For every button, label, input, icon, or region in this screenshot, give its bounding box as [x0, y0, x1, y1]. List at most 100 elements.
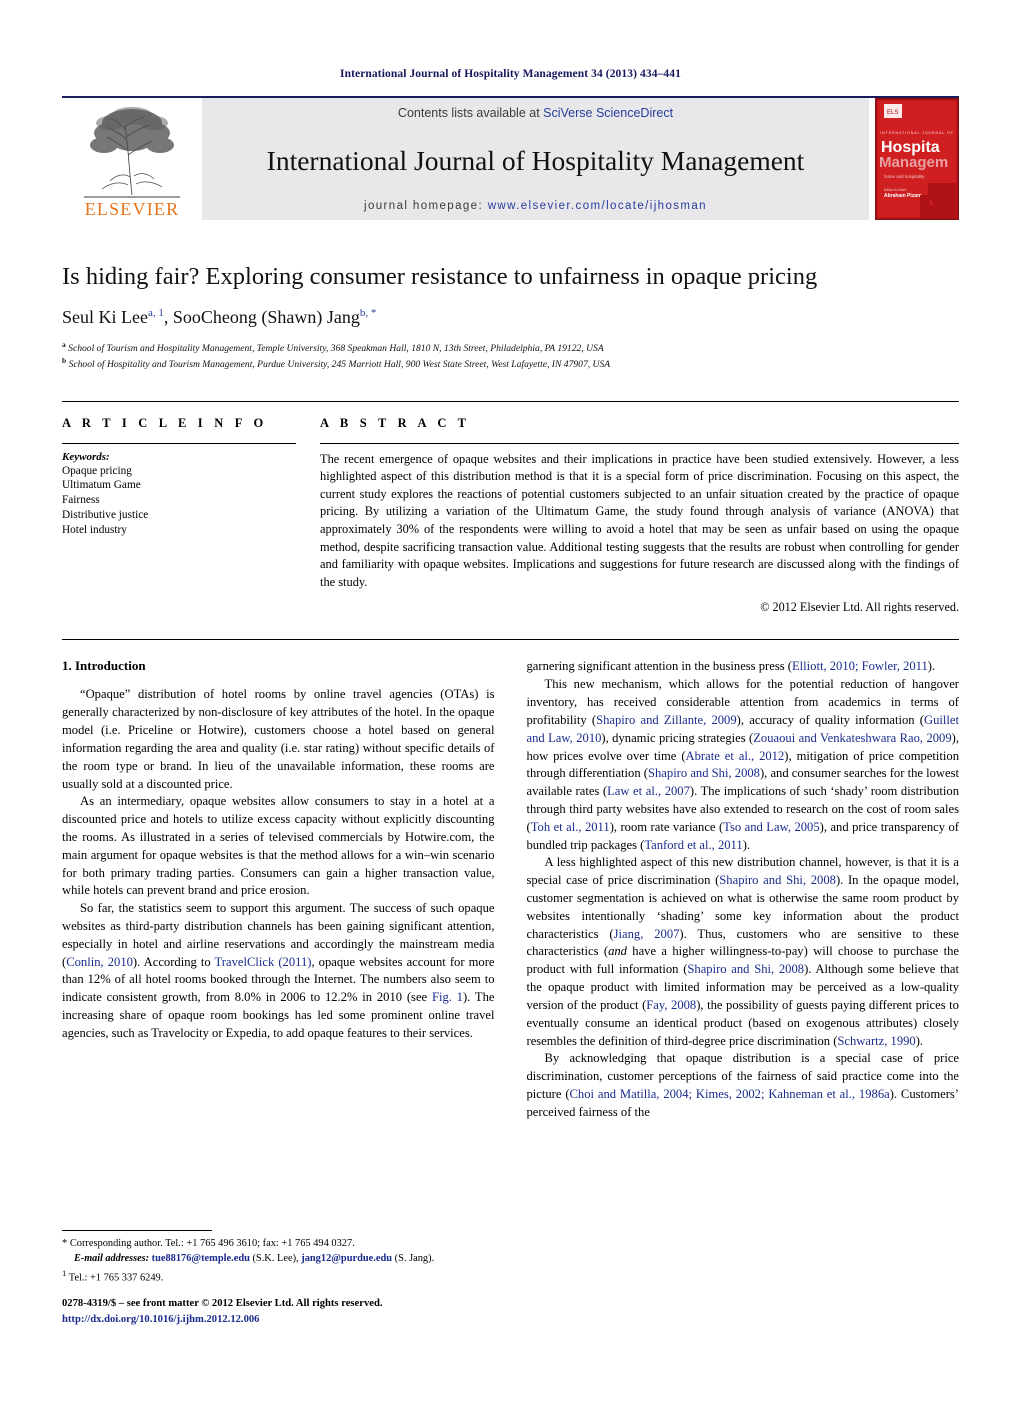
- affiliation: b School of Hospitality and Tourism Mana…: [62, 356, 959, 372]
- footnote-text: Tel.: +1 765 337 6249.: [68, 1272, 164, 1283]
- affiliation-text: School of Hospitality and Tourism Manage…: [68, 359, 611, 371]
- abstract-column: A B S T R A C T The recent emergence of …: [320, 416, 959, 616]
- email-link-jang[interactable]: jang12@purdue.edu: [301, 1253, 392, 1264]
- journal-title: International Journal of Hospitality Man…: [266, 144, 805, 176]
- paragraph: This new mechanism, which allows for the…: [527, 676, 960, 854]
- svg-text:ELS: ELS: [887, 110, 898, 116]
- body-column-left: 1. Introduction “Opaque” distribution of…: [62, 658, 495, 1121]
- svg-text:INTERNATIONAL JOURNAL OF: INTERNATIONAL JOURNAL OF: [880, 131, 954, 135]
- affiliation: a School of Tourism and Hospitality Mana…: [62, 340, 959, 356]
- contents-available-line: Contents lists available at SciVerse Sci…: [202, 106, 869, 120]
- body-columns: 1. Introduction “Opaque” distribution of…: [62, 639, 959, 1121]
- citation-link[interactable]: Fay, 2008: [646, 998, 696, 1012]
- affiliation-mark: b: [62, 356, 67, 366]
- citation-link[interactable]: Elliott, 2010; Fowler, 2011: [792, 659, 928, 673]
- paragraph-text: ), room rate variance (: [609, 819, 724, 834]
- citation-link[interactable]: Schwartz, 1990: [837, 1034, 915, 1048]
- homepage-label: journal homepage:: [364, 200, 484, 212]
- citation-link[interactable]: Choi and Matilla, 2004; Kimes, 2002; Kah…: [570, 1087, 890, 1101]
- keyword-item: Distributive justice: [62, 509, 149, 522]
- svg-text:Managem: Managem: [879, 154, 948, 171]
- paragraph-text: and: [608, 944, 627, 959]
- paragraph-text: ).: [927, 659, 936, 674]
- citation-link[interactable]: Shapiro and Shi, 2008: [648, 766, 760, 780]
- cover-artwork: ELS INTERNATIONAL JOURNAL OF Hospita Man…: [876, 99, 958, 219]
- svg-text:Abraham Pizam: Abraham Pizam: [884, 193, 922, 199]
- footnote-text: Corresponding author. Tel.: +1 765 496 3…: [69, 1238, 355, 1249]
- citation-link[interactable]: Shapiro and Shi, 2008: [719, 873, 836, 887]
- elsevier-logo: ELSEVIER: [62, 98, 202, 220]
- paragraph-text: ), accuracy of quality information (: [736, 712, 925, 727]
- article-info-heading: A R T I C L E I N F O: [62, 415, 268, 430]
- article-info-rule: [62, 442, 296, 444]
- citation-link[interactable]: Tanford et al., 2011: [644, 838, 742, 852]
- journal-band: Contents lists available at SciVerse Sci…: [202, 98, 869, 220]
- paragraph: So far, the statistics seem to support t…: [62, 900, 495, 1043]
- citation-link[interactable]: Law et al., 2007: [607, 784, 690, 798]
- homepage-url-link[interactable]: www.elsevier.com/locate/ijhosman: [488, 200, 707, 212]
- author-marks: a, 1: [147, 307, 164, 320]
- abstract-text: The recent emergence of opaque websites …: [320, 451, 959, 589]
- abstract-rule: [320, 442, 959, 444]
- footnote-mark: *: [62, 1238, 68, 1249]
- title-block: Is hiding fair? Exploring consumer resis…: [62, 262, 959, 373]
- email-owner-jang: (S. Jang).: [392, 1252, 435, 1264]
- page-title: Is hiding fair? Exploring consumer resis…: [62, 263, 818, 290]
- imprint-block: 0278-4319/$ – see front matter © 2012 El…: [62, 1296, 382, 1328]
- paragraph: “Opaque” distribution of hotel rooms by …: [62, 687, 495, 791]
- author-name: SooCheong (Shawn) Jang: [172, 307, 360, 328]
- author-marks: b, *: [359, 307, 377, 320]
- citation-link[interactable]: Conlin, 2010: [66, 955, 133, 969]
- journal-cover-thumbnail: ELS INTERNATIONAL JOURNAL OF Hospita Man…: [875, 98, 959, 220]
- issn-copyright-line: 0278-4319/$ – see front matter © 2012 El…: [62, 1298, 383, 1309]
- journal-masthead: ELSEVIER Contents lists available at Sci…: [62, 96, 959, 220]
- email-link-lee[interactable]: tue88176@temple.edu: [152, 1253, 250, 1264]
- body-column-right: garnering significant attention in the b…: [527, 658, 960, 1121]
- citation-link[interactable]: Jiang, 2007: [614, 927, 680, 941]
- section-heading-introduction: 1. Introduction: [62, 658, 146, 674]
- email-owner-lee: (S.K. Lee),: [249, 1252, 299, 1264]
- running-head: International Journal of Hospitality Man…: [340, 68, 681, 80]
- paragraph-text: garnering significant attention in the b…: [526, 659, 792, 674]
- email-addresses-label: E-mail addresses:: [74, 1252, 149, 1264]
- paragraph-text: ). According to: [132, 954, 215, 969]
- journal-homepage-line: journal homepage: www.elsevier.com/locat…: [202, 200, 869, 212]
- sciencedirect-link[interactable]: SciVerse ScienceDirect: [543, 106, 673, 120]
- author-name: Seul Ki Lee: [62, 307, 148, 328]
- footnote-rule: [62, 1230, 212, 1231]
- footnote-mark: 1: [62, 1267, 67, 1278]
- paragraph-text: ).: [742, 837, 751, 852]
- keyword-item: Fairness: [62, 494, 100, 507]
- elsevier-tree-icon: [84, 107, 180, 198]
- citation-link[interactable]: Shapiro and Shi, 2008: [687, 962, 804, 976]
- abstract-heading: A B S T R A C T: [320, 415, 471, 430]
- footnote-corresponding-author: * Corresponding author. Tel.: +1 765 496…: [62, 1237, 482, 1267]
- doi-link[interactable]: http://dx.doi.org/10.1016/j.ijhm.2012.12…: [62, 1312, 382, 1328]
- paragraph-text: ), dynamic pricing strategies (: [601, 730, 754, 745]
- citation-link[interactable]: Toh et al., 2011: [531, 820, 610, 834]
- citation-link[interactable]: TravelClick (2011): [215, 955, 312, 969]
- affiliation-text: School of Tourism and Hospitality Manage…: [68, 343, 604, 355]
- paragraph: A less highlighted aspect of this new di…: [527, 854, 960, 1050]
- paper-page: International Journal of Hospitality Man…: [0, 68, 1021, 1419]
- footnote-note-1: 1 Tel.: +1 765 337 6249.: [62, 1267, 482, 1286]
- copyright-line: © 2012 Elsevier Ltd. All rights reserved…: [760, 600, 959, 615]
- paragraph: By acknowledging that opaque distributio…: [527, 1050, 960, 1121]
- citation-link[interactable]: Shapiro and Zillante, 2009: [596, 713, 737, 727]
- keyword-item: Ultimatum Game: [62, 479, 141, 492]
- citation-link[interactable]: Abrate et al., 2012: [686, 749, 785, 763]
- paragraph: As an intermediary, opaque websites allo…: [62, 794, 495, 898]
- info-abstract-section: A R T I C L E I N F O Keywords: Opaque p…: [62, 400, 959, 616]
- keyword-item: Opaque pricing: [62, 464, 132, 477]
- article-info-column: A R T I C L E I N F O Keywords: Opaque p…: [62, 416, 320, 616]
- paragraph: garnering significant attention in the b…: [527, 658, 960, 676]
- svg-text:home and hospitality: home and hospitality: [884, 174, 925, 179]
- author-list: Seul Ki Leea, 1, SooCheong (Shawn) Jangb…: [62, 307, 377, 328]
- contents-prefix: Contents lists available at: [397, 106, 544, 120]
- citation-link[interactable]: Fig. 1: [432, 990, 463, 1004]
- elsevier-wordmark: ELSEVIER: [84, 199, 180, 219]
- keyword-item: Hotel industry: [62, 524, 127, 537]
- citation-link[interactable]: Zouaoui and Venkateshwara Rao, 2009: [753, 731, 951, 745]
- citation-link[interactable]: Tso and Law, 2005: [723, 820, 819, 834]
- paragraph-text: ).: [915, 1033, 924, 1048]
